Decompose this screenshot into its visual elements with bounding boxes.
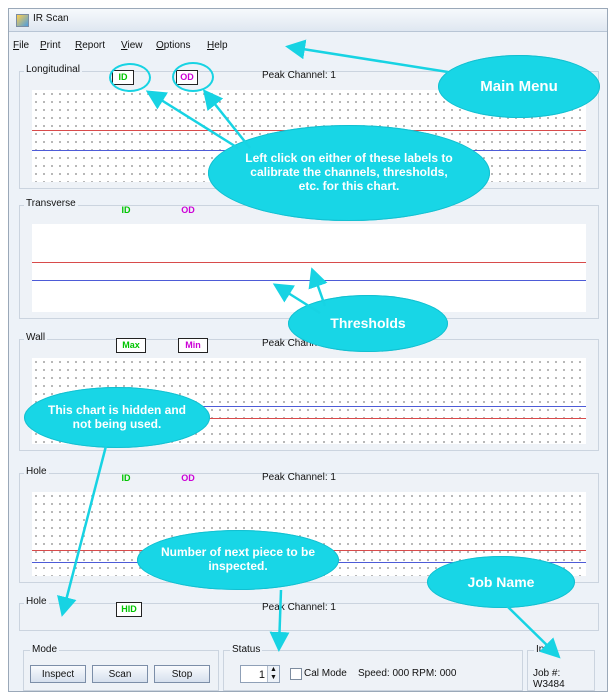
od-label-marker [172, 62, 214, 92]
menu-print[interactable]: Print [40, 40, 61, 51]
hole-2-peak-channel: Peak Channel: 1 [262, 602, 336, 613]
hole-2-hid-label[interactable]: HID [116, 602, 142, 617]
hole-1-od-label[interactable]: OD [178, 472, 198, 485]
wall-max-label[interactable]: Max [116, 338, 146, 353]
id-label-marker [109, 63, 151, 92]
lower-threshold-line [32, 280, 586, 281]
hole-title-1: Hole [24, 466, 49, 477]
cal-mode-checkbox[interactable] [290, 668, 302, 680]
hole-1-peak-channel: Peak Channel: 1 [262, 472, 336, 483]
job-name-callout: Job Name [427, 556, 575, 608]
transverse-panel: Transverse ID OD [19, 198, 599, 319]
status-panel: Status 1 ▲ ▼ Cal Mode Speed: 000 RPM: 000 [223, 644, 523, 691]
hole-title-2: Hole [24, 596, 49, 607]
main-menu-callout-text: Main Menu [480, 77, 558, 95]
menu-help[interactable]: Help [207, 40, 228, 51]
app-icon [16, 14, 29, 27]
main-menu-bar: File Print Report View Options Help [9, 38, 607, 56]
transverse-od-label[interactable]: OD [178, 204, 198, 217]
menu-file[interactable]: File [13, 40, 29, 51]
thresholds-callout: Thresholds [288, 295, 448, 352]
spinner-arrows-icon[interactable]: ▲ ▼ [267, 666, 279, 682]
cal-mode-label: Cal Mode [304, 668, 347, 679]
speed-text: Speed: 000 RPM: 000 [358, 668, 457, 679]
window-title: IR Scan [33, 13, 69, 24]
hole-1-id-label[interactable]: ID [116, 472, 136, 485]
menu-options[interactable]: Options [156, 40, 190, 51]
mode-title: Mode [30, 644, 60, 655]
job-name-callout-text: Job Name [467, 573, 535, 590]
next-piece-value: 1 [258, 669, 265, 681]
info-panel: Info Job #: W3484 [527, 644, 595, 691]
stop-button[interactable]: Stop [154, 665, 210, 683]
next-piece-callout-text: Number of next piece to be inspected. [160, 545, 316, 573]
title-bar: IR Scan [9, 9, 607, 32]
inspect-button[interactable]: Inspect [30, 665, 86, 683]
status-title: Status [230, 644, 263, 655]
wall-min-label[interactable]: Min [178, 338, 208, 353]
hidden-chart-callout: This chart is hidden and not being used. [24, 387, 210, 448]
scan-button[interactable]: Scan [92, 665, 148, 683]
transverse-title: Transverse [24, 198, 78, 209]
menu-view[interactable]: View [121, 40, 143, 51]
upper-threshold-line [32, 262, 586, 263]
hidden-chart-callout-text: This chart is hidden and not being used. [47, 402, 187, 431]
next-piece-callout: Number of next piece to be inspected. [137, 530, 339, 590]
menu-report[interactable]: Report [75, 40, 105, 51]
transverse-id-label[interactable]: ID [116, 204, 136, 217]
main-menu-callout: Main Menu [438, 55, 600, 118]
transverse-chart [32, 224, 586, 312]
calibrate-callout-text: Left click on either of these labels to … [245, 151, 453, 193]
calibrate-callout: Left click on either of these labels to … [208, 125, 490, 221]
wall-title: Wall [24, 332, 48, 343]
job-number-text: Job #: W3484 [533, 668, 565, 690]
mode-panel: Mode Inspect Scan Stop [23, 644, 219, 691]
longitudinal-title: Longitudinal [24, 64, 82, 75]
info-title: Info [534, 644, 555, 655]
next-piece-spinner[interactable]: 1 ▲ ▼ [240, 665, 280, 683]
longitudinal-peak-channel: Peak Channel: 1 [262, 70, 336, 81]
thresholds-callout-text: Thresholds [330, 315, 406, 332]
